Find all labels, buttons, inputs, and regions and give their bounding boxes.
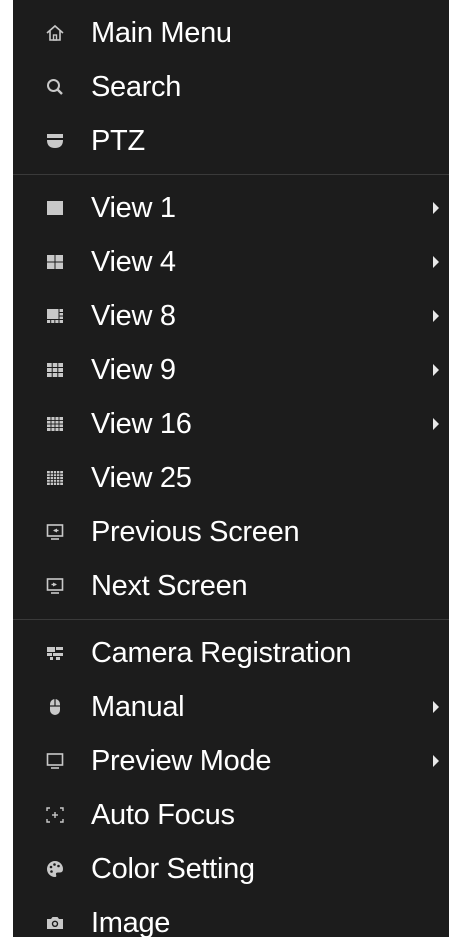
view-9-icon — [45, 360, 65, 380]
menu-item-label: Camera Registration — [91, 636, 352, 669]
menu-item-label: Color Setting — [91, 852, 255, 885]
menu-item-next-screen[interactable]: Next Screen — [13, 559, 449, 613]
menu-item-view-4[interactable]: View 4 — [13, 235, 449, 289]
view-1-icon — [45, 198, 65, 218]
menu-item-view-25[interactable]: View 25 — [13, 451, 449, 505]
menu-item-image[interactable]: Image — [13, 896, 449, 950]
menu-item-search[interactable]: Search — [13, 60, 449, 114]
camera-icon — [45, 913, 65, 933]
menu-item-label: Next Screen — [91, 569, 248, 602]
view-4-icon — [45, 252, 65, 272]
menu-item-label: Auto Focus — [91, 798, 235, 831]
previous-screen-icon — [45, 522, 65, 542]
menu-item-label: View 16 — [91, 407, 192, 440]
menu-item-label: View 9 — [91, 353, 176, 386]
menu-item-view-8[interactable]: View 8 — [13, 289, 449, 343]
menu-item-manual[interactable]: Manual — [13, 680, 449, 734]
menu-item-label: Preview Mode — [91, 744, 272, 777]
menu-item-label: Image — [91, 906, 171, 939]
submenu-arrow-icon — [433, 310, 439, 322]
menu-item-label: View 25 — [91, 461, 192, 494]
home-icon — [45, 23, 65, 43]
palette-icon — [45, 859, 65, 879]
menu-item-label: View 4 — [91, 245, 176, 278]
menu-item-label: View 1 — [91, 191, 176, 224]
menu-item-main-menu[interactable]: Main Menu — [13, 6, 449, 60]
submenu-arrow-icon — [433, 701, 439, 713]
menu-item-preview-mode[interactable]: Preview Mode — [13, 734, 449, 788]
submenu-arrow-icon — [433, 256, 439, 268]
menu-item-label: Main Menu — [91, 16, 232, 49]
view-16-icon — [45, 414, 65, 434]
menu-item-label: PTZ — [91, 124, 145, 157]
menu-item-view-9[interactable]: View 9 — [13, 343, 449, 397]
menu-item-view-1[interactable]: View 1 — [13, 181, 449, 235]
view-8-icon — [45, 306, 65, 326]
mouse-icon — [45, 697, 65, 717]
menu-item-auto-focus[interactable]: Auto Focus — [13, 788, 449, 842]
submenu-arrow-icon — [433, 202, 439, 214]
menu-item-ptz[interactable]: PTZ — [13, 114, 449, 168]
menu-item-label: View 8 — [91, 299, 176, 332]
menu-item-previous-screen[interactable]: Previous Screen — [13, 505, 449, 559]
monitor-icon — [45, 751, 65, 771]
next-screen-icon — [45, 576, 65, 596]
ptz-camera-icon — [45, 131, 65, 151]
submenu-arrow-icon — [433, 418, 439, 430]
search-icon — [45, 77, 65, 97]
menu-separator — [13, 619, 449, 620]
focus-icon — [45, 805, 65, 825]
menu-separator — [13, 174, 449, 175]
menu-item-color-setting[interactable]: Color Setting — [13, 842, 449, 896]
view-25-icon — [45, 468, 65, 488]
context-menu: Main Menu Search PTZ View 1 View 4 View … — [13, 0, 449, 937]
menu-item-view-16[interactable]: View 16 — [13, 397, 449, 451]
camera-registration-icon — [45, 643, 65, 663]
menu-item-label: Previous Screen — [91, 515, 300, 548]
submenu-arrow-icon — [433, 364, 439, 376]
menu-item-label: Search — [91, 70, 182, 103]
menu-item-camera-registration[interactable]: Camera Registration — [13, 626, 449, 680]
menu-item-label: Manual — [91, 690, 185, 723]
submenu-arrow-icon — [433, 755, 439, 767]
